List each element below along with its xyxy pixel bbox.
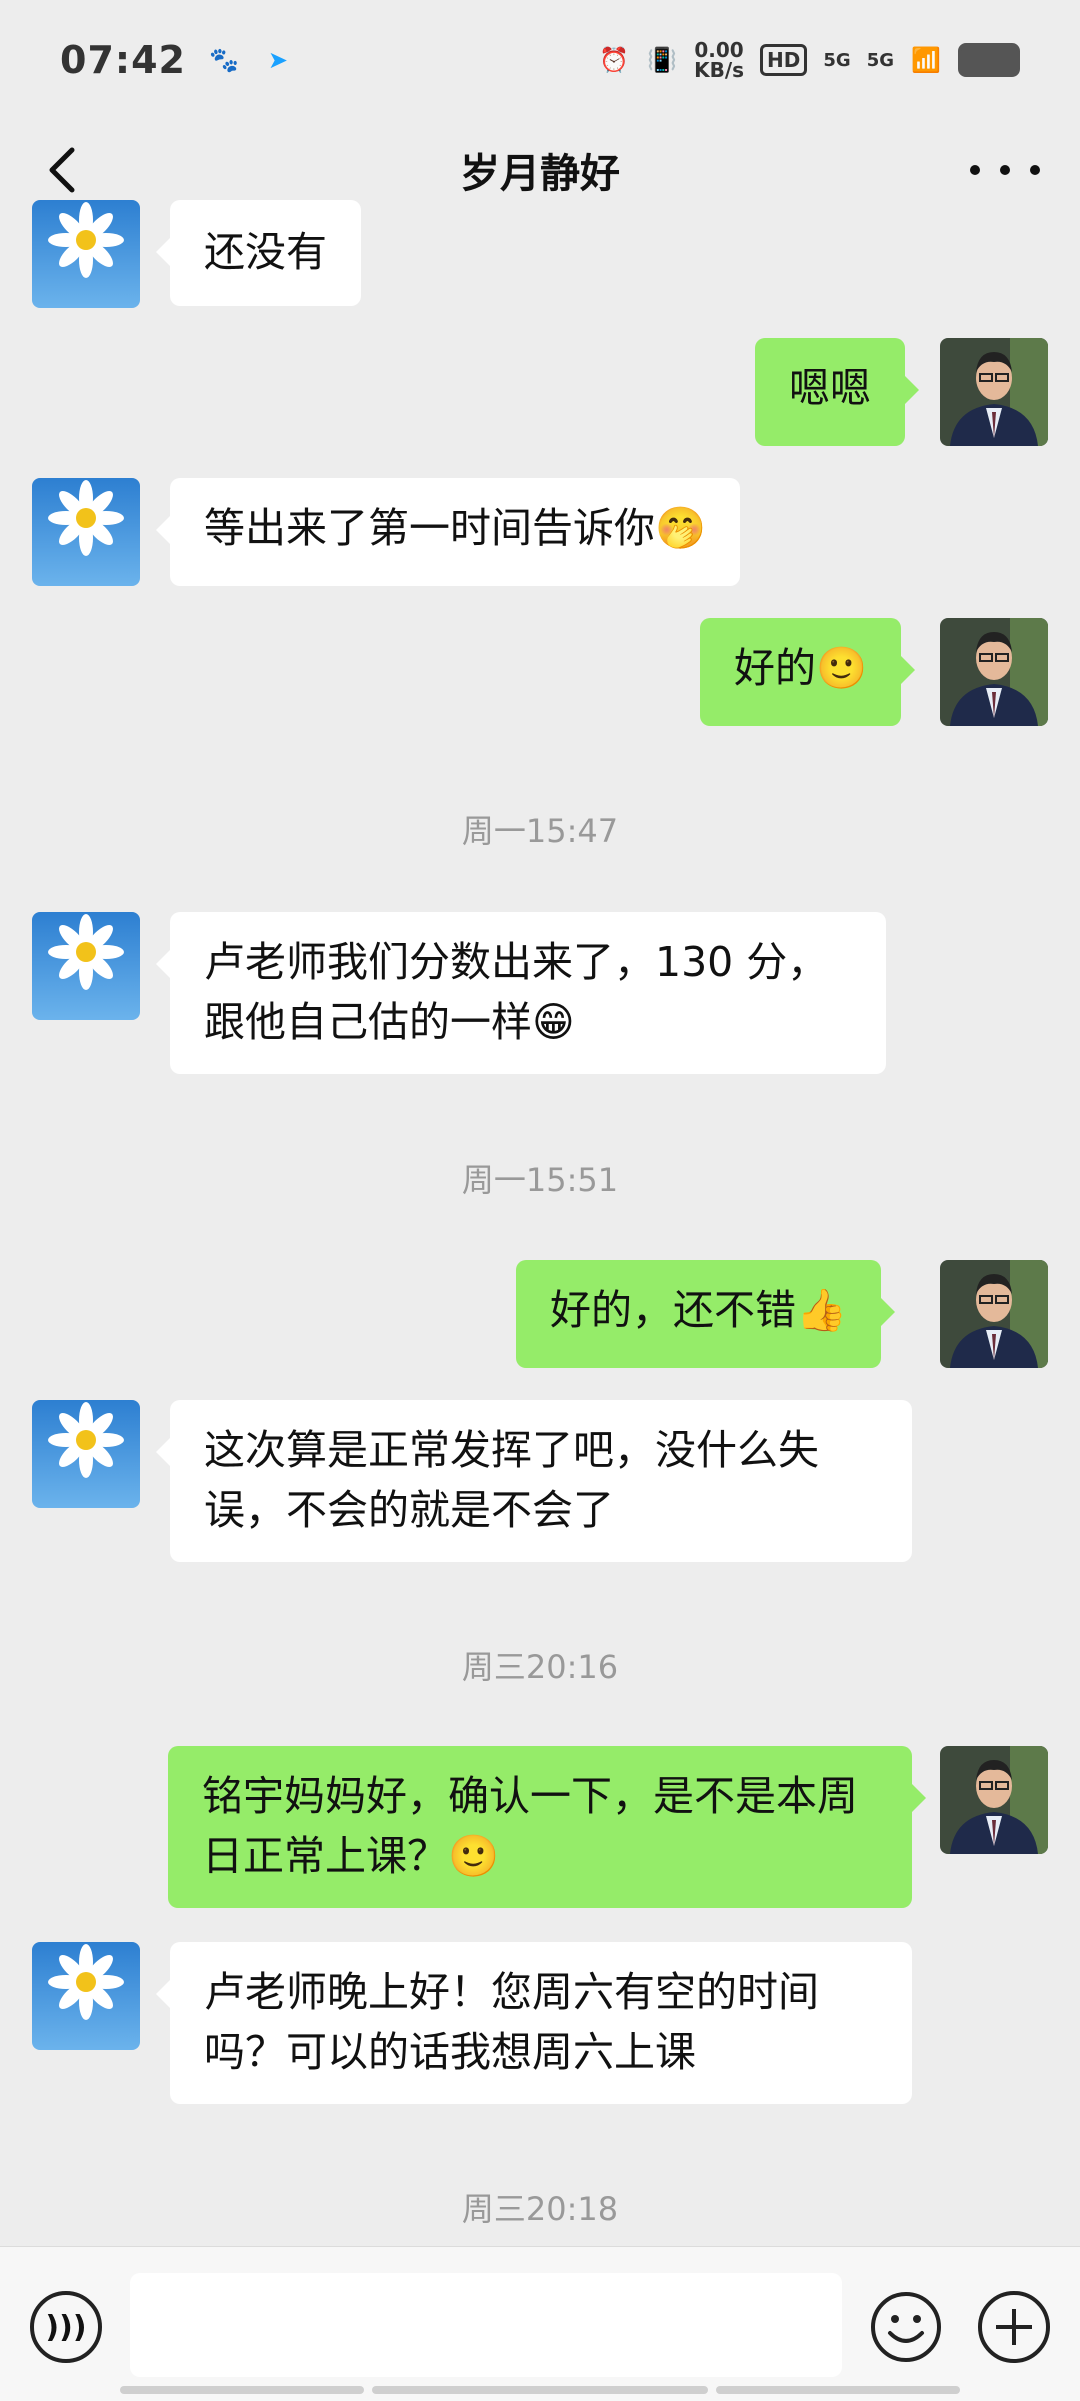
chevron-left-icon [49,147,75,193]
timestamp: 周一15:51 [461,1161,619,1199]
man-avatar-image [940,338,1048,446]
man-avatar-image [940,1746,1048,1854]
daisy-avatar-image [32,478,140,586]
timestamp: 周三20:18 [461,2190,619,2228]
network-speed-unit: KB/s [694,58,745,82]
status-time: 07:42 [60,38,186,82]
status-bar: 07:42 🐾 ➤ ⏰ 📳 0.00 KB/s HD 5G 5G 📶 [0,0,1080,120]
battery-icon [958,43,1020,77]
man-avatar-image [940,1260,1048,1368]
voice-button[interactable]: ))) [30,2291,102,2363]
daisy-avatar-image [32,912,140,1020]
more-dots-icon [970,165,980,175]
alarm-icon: ⏰ [599,46,630,74]
my-avatar[interactable] [940,338,1048,446]
message-bubble-incoming[interactable]: 卢老师晚上好！您周六有空的时间吗？可以的话我想周六上课 [156,1942,912,2104]
chat-header: 岁月静好 [0,120,1080,220]
contact-avatar[interactable] [32,912,140,1020]
nav-indicator [372,2386,708,2394]
message-bubble-outgoing[interactable]: 嗯嗯 [755,338,919,446]
my-avatar[interactable] [940,1746,1048,1854]
emoji-button[interactable] [870,2291,942,2363]
message-bubble-outgoing[interactable]: 好的🙂 [700,618,916,726]
message-input[interactable] [130,2273,842,2377]
my-avatar[interactable] [940,1260,1048,1368]
send-app-icon: ➤ [267,46,289,74]
daisy-avatar-image [32,200,140,308]
daisy-avatar-image [32,1400,140,1508]
contact-avatar[interactable] [32,478,140,586]
daisy-avatar-image [32,1942,140,2050]
timestamp: 周三20:16 [461,1648,619,1686]
network-speed: 0.00 KB/s [694,40,744,80]
hd-badge: HD [760,44,808,76]
contact-avatar[interactable] [32,1400,140,1508]
message-bubble-incoming[interactable]: 等出来了第一时间告诉你🤭 [155,478,741,586]
timestamp: 周一15:47 [461,812,619,850]
chat-title: 岁月静好 [460,151,620,197]
signal-2-icon: 5G [866,49,894,71]
voice-icon: ))) [45,2309,87,2345]
network-speed-value: 0.00 [694,38,744,62]
wifi-icon: 📶 [911,46,941,74]
message-bubble-incoming[interactable]: 卢老师我们分数出来了，130 分，跟他自己估的一样😁 [156,912,886,1074]
message-bubble-incoming[interactable]: 还没有 [156,200,361,306]
message-bubble-outgoing[interactable]: 铭宇妈妈好，确认一下，是不是本周日正常上课？🙂 [168,1746,926,1908]
plus-button[interactable] [978,2291,1050,2363]
contact-avatar[interactable] [32,200,140,308]
baidu-icon: 🐾 [209,46,239,74]
emoji-icon [871,2292,941,2362]
nav-indicator [716,2386,960,2394]
message-bubble-outgoing[interactable]: 好的，还不错👍 [516,1260,896,1368]
input-bar: ))) [0,2246,1080,2401]
signal-1-icon: 5G [823,49,851,71]
vibrate-icon: 📳 [647,46,678,74]
contact-avatar[interactable] [32,1942,140,2050]
man-avatar-image [940,618,1048,726]
my-avatar[interactable] [940,618,1048,726]
more-button[interactable] [970,142,1040,198]
back-button[interactable] [36,142,92,198]
nav-indicator [120,2386,364,2394]
message-bubble-incoming[interactable]: 这次算是正常发挥了吧，没什么失误，不会的就是不会了 [156,1400,912,1562]
